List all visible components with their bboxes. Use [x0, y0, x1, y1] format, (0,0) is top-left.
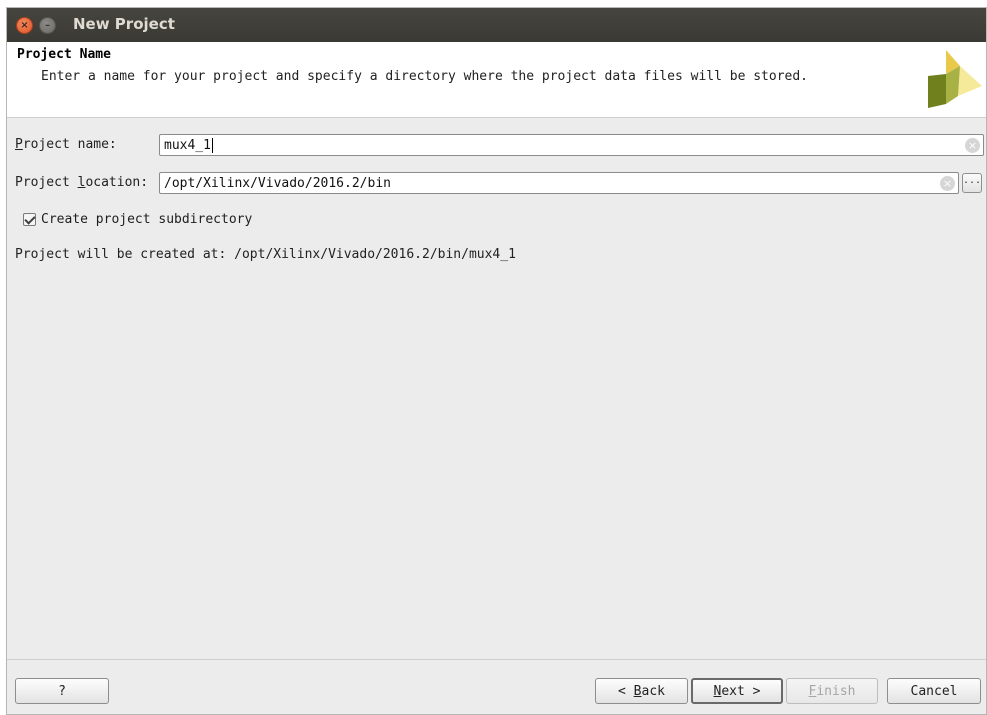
window-title: New Project [73, 15, 175, 33]
title-bar: × – New Project [7, 8, 986, 42]
page-description: Enter a name for your project and specif… [41, 69, 809, 84]
clear-field-icon[interactable]: × [965, 138, 980, 153]
created-at-path: Project will be created at: /opt/Xilinx/… [15, 247, 516, 262]
create-subdirectory-label: Create project subdirectory [41, 212, 253, 227]
browse-location-button[interactable]: ... [962, 173, 982, 193]
vivado-logo [928, 50, 982, 108]
help-button[interactable]: ? [15, 678, 109, 704]
wizard-header: Project Name Enter a name for your proje… [7, 42, 986, 118]
new-project-dialog: × – New Project Project Name Enter a nam… [6, 7, 987, 715]
page-title: Project Name [17, 47, 111, 62]
project-name-label: Project name: [15, 137, 117, 152]
back-button[interactable]: < Back [595, 678, 688, 704]
project-location-label: Project location: [15, 175, 149, 190]
project-location-input[interactable]: /opt/Xilinx/Vivado/2016.2/bin × [159, 172, 959, 194]
project-name-input[interactable]: mux4_1 × [159, 134, 984, 156]
close-icon[interactable]: × [16, 17, 33, 34]
minimize-icon[interactable]: – [39, 17, 56, 34]
create-subdirectory-option[interactable]: Create project subdirectory [23, 212, 252, 227]
clear-field-icon[interactable]: × [940, 176, 955, 191]
checkmark-icon[interactable] [23, 213, 36, 226]
finish-button[interactable]: Finish [786, 678, 878, 704]
footer-divider [7, 659, 986, 660]
text-caret [211, 137, 213, 153]
cancel-button[interactable]: Cancel [887, 678, 981, 704]
next-button[interactable]: Next > [691, 678, 783, 704]
